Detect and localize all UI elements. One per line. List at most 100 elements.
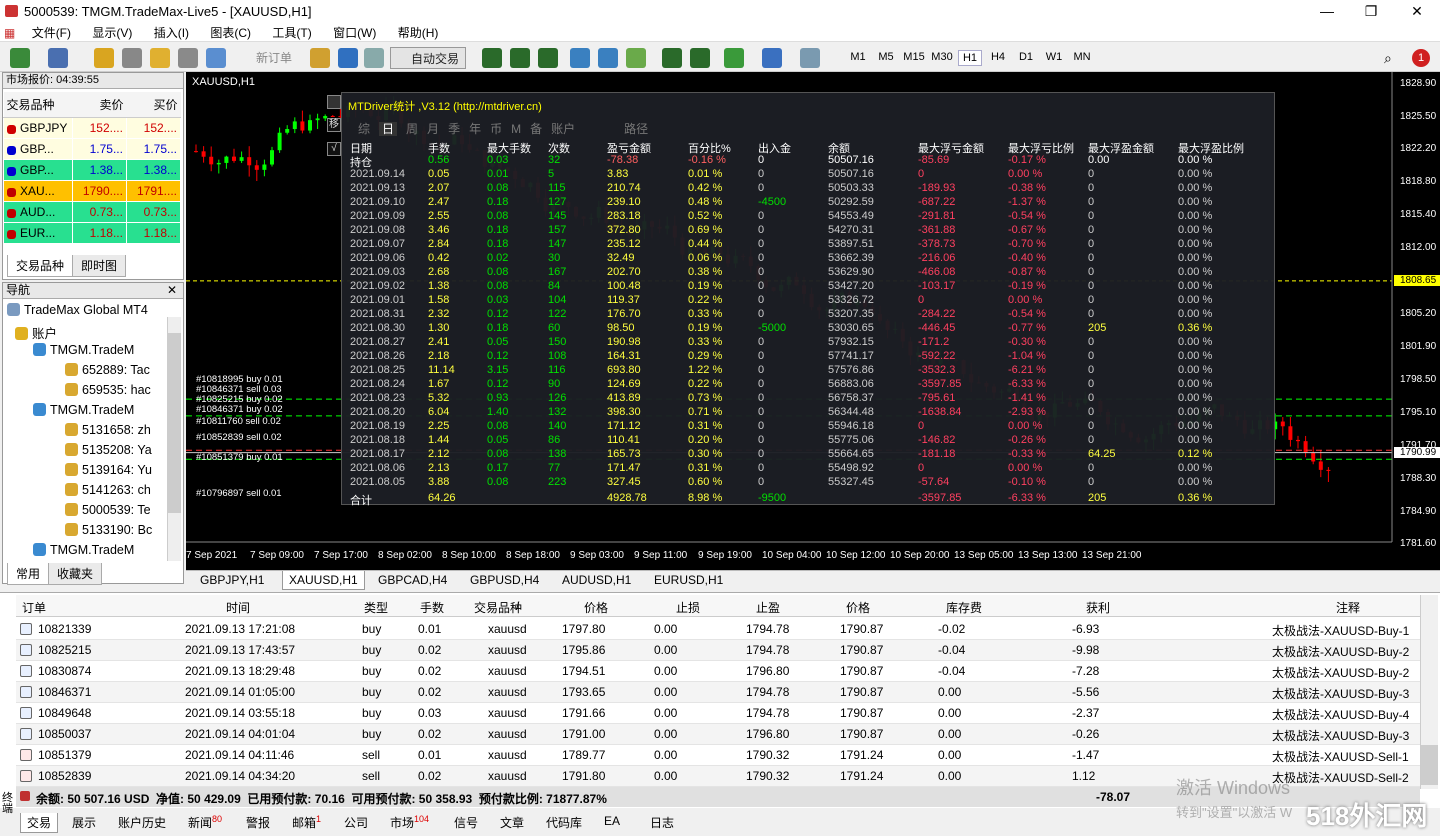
- terminal-col-header[interactable]: 手数: [420, 599, 444, 616]
- stat-check-button[interactable]: √: [327, 142, 341, 156]
- terminal-col-header[interactable]: /: [516, 599, 519, 613]
- terminal-tab[interactable]: 警报: [240, 813, 276, 832]
- nav-scroll-thumb[interactable]: [168, 333, 181, 513]
- tf-mn[interactable]: MN: [1070, 51, 1094, 63]
- terminal-tab[interactable]: EA: [598, 813, 626, 829]
- menu-chart[interactable]: 图表(C): [201, 22, 260, 43]
- menu-insert[interactable]: 插入(I): [145, 22, 198, 43]
- stat-tab[interactable]: 账户: [551, 122, 575, 136]
- market-watch-icon[interactable]: [94, 48, 114, 68]
- tab-tick-chart[interactable]: 即时图: [72, 255, 127, 277]
- menu-window[interactable]: 窗口(W): [324, 22, 385, 43]
- order-label[interactable]: #10852839 sell 0.02: [196, 432, 282, 443]
- table-row[interactable]: 10850037 2021.09.14 04:01:04 buy 0.02 xauusd…: [16, 724, 1420, 745]
- order-label[interactable]: #10851379 buy 0.01: [196, 452, 283, 463]
- nav-item[interactable]: 5135208: Ya: [65, 443, 165, 457]
- terminal-tab[interactable]: 新闻80: [182, 813, 228, 832]
- chart-tab[interactable]: XAUUSD,H1: [282, 571, 365, 590]
- nav-item[interactable]: TMGM.TradeM: [33, 543, 165, 557]
- terminal-col-header[interactable]: 价格: [846, 599, 870, 616]
- nav-item[interactable]: 652889: Tac: [65, 363, 165, 377]
- new-order-button[interactable]: 新订单: [246, 47, 302, 69]
- order-label[interactable]: #10796897 sell 0.01: [196, 488, 282, 499]
- nav-item[interactable]: 5133190: Bc: [65, 523, 165, 537]
- terminal-col-header[interactable]: 订单: [22, 599, 46, 616]
- term-scroll-thumb[interactable]: [1421, 745, 1438, 785]
- nav-item[interactable]: 5131658: zh: [65, 423, 165, 437]
- mw-row[interactable]: XAU... 1790.... 1791....: [3, 180, 182, 202]
- terminal-icon[interactable]: [178, 48, 198, 68]
- tab-symbols[interactable]: 交易品种: [7, 255, 74, 277]
- nav-item[interactable]: 659535: hac: [65, 383, 165, 397]
- table-row[interactable]: 10846371 2021.09.14 01:05:00 buy 0.02 xauusd…: [16, 682, 1420, 703]
- stat-tab[interactable]: 年: [469, 122, 481, 136]
- nav-item[interactable]: 5139164: Yu: [65, 463, 165, 477]
- stat-toggle-button[interactable]: [327, 95, 341, 109]
- periods-icon[interactable]: [762, 48, 782, 68]
- terminal-tab[interactable]: 信号: [448, 813, 484, 832]
- tester-icon[interactable]: [206, 48, 226, 68]
- nav-item[interactable]: 5141263: ch: [65, 483, 165, 497]
- nav-item[interactable]: TMGM.TradeM: [33, 403, 165, 417]
- search-icon[interactable]: ⌕: [1384, 50, 1392, 67]
- auto-trade-button[interactable]: 自动交易: [390, 47, 466, 69]
- tf-d1[interactable]: D1: [1014, 51, 1038, 63]
- tf-m30[interactable]: M30: [930, 51, 954, 63]
- tab-common[interactable]: 常用: [7, 563, 50, 585]
- terminal-tab[interactable]: 交易: [20, 813, 59, 833]
- terminal-tab[interactable]: 文章: [494, 813, 530, 832]
- terminal-col-header[interactable]: 类型: [364, 599, 388, 616]
- mw-row[interactable]: AUD... 0.73... 0.73...: [3, 201, 182, 223]
- table-row[interactable]: 10851379 2021.09.14 04:11:46 sell 0.01 xauus…: [16, 745, 1420, 766]
- order-label[interactable]: #10811760 sell 0.02: [196, 416, 281, 427]
- terminal-col-header[interactable]: 价格: [584, 599, 608, 616]
- nav-item[interactable]: 账户: [15, 323, 165, 342]
- stat-move-button[interactable]: 移: [327, 118, 341, 132]
- terminal-tab[interactable]: 市场104: [384, 813, 435, 832]
- terminal-tab[interactable]: 账户历史: [112, 813, 172, 832]
- stat-tab[interactable]: 月: [427, 122, 439, 136]
- terminal-tab[interactable]: 展示: [66, 813, 102, 832]
- tf-m1[interactable]: M1: [846, 51, 870, 63]
- navigator-icon[interactable]: [150, 48, 170, 68]
- stat-tab[interactable]: 周: [406, 122, 418, 136]
- notification-badge[interactable]: 1: [1412, 49, 1430, 67]
- price-chart[interactable]: XAUUSD,H1 1828.90 1825.50 1822.20 1818.80 18…: [186, 72, 1440, 570]
- tf-h1[interactable]: H1: [958, 50, 982, 66]
- stat-tab[interactable]: 日: [379, 122, 398, 136]
- mw-row[interactable]: GBPJPY 152.... 152....: [3, 117, 182, 139]
- tf-m15[interactable]: M15: [902, 51, 926, 63]
- chart-shift-icon[interactable]: [690, 48, 710, 68]
- chart-tab[interactable]: GBPCAD,H4: [378, 573, 447, 587]
- mw-row[interactable]: GBP... 1.38... 1.38...: [3, 159, 182, 181]
- mw-col-bid[interactable]: 卖价: [72, 92, 127, 118]
- nav-scrollbar[interactable]: [167, 317, 181, 561]
- profiles-icon[interactable]: [48, 48, 68, 68]
- terminal-tab[interactable]: 公司: [338, 813, 374, 832]
- terminal-col-header[interactable]: 交易品种: [474, 599, 522, 616]
- terminal-tab[interactable]: 代码库: [540, 813, 588, 832]
- nav-item[interactable]: TMGM.TradeM: [33, 343, 165, 357]
- menu-view[interactable]: 显示(V): [83, 22, 141, 43]
- chart-tab[interactable]: GBPJPY,H1: [200, 573, 264, 587]
- terminal-tab[interactable]: 邮箱1: [286, 813, 327, 832]
- candle-chart-icon[interactable]: [510, 48, 530, 68]
- table-row[interactable]: 10821339 2021.09.13 17:21:08 buy 0.01 xauusd…: [16, 619, 1420, 640]
- stat-tab[interactable]: 币: [490, 122, 502, 136]
- indicators-icon[interactable]: [724, 48, 744, 68]
- nav-item[interactable]: TradeMax Global MT4: [7, 303, 165, 317]
- metaeditor-icon[interactable]: [310, 48, 330, 68]
- tab-favorites[interactable]: 收藏夹: [48, 563, 103, 585]
- terminal-col-header[interactable]: 注释: [1336, 599, 1360, 616]
- minimize-icon[interactable]: —: [1304, 0, 1350, 22]
- mw-col-symbol[interactable]: 交易品种: [3, 92, 73, 118]
- table-row[interactable]: 10830874 2021.09.13 18:29:48 buy 0.02 xauusd…: [16, 661, 1420, 682]
- terminal-col-header[interactable]: 时间: [226, 599, 250, 616]
- stat-tab[interactable]: M: [511, 122, 521, 136]
- close-icon[interactable]: ✕: [167, 283, 177, 298]
- terminal-col-header[interactable]: 库存费: [946, 599, 982, 616]
- templates-icon[interactable]: [800, 48, 820, 68]
- stat-tab[interactable]: 综: [358, 122, 370, 136]
- terminal-col-header[interactable]: 获利: [1086, 599, 1110, 616]
- mw-row[interactable]: EUR... 1.18... 1.18...: [3, 222, 182, 244]
